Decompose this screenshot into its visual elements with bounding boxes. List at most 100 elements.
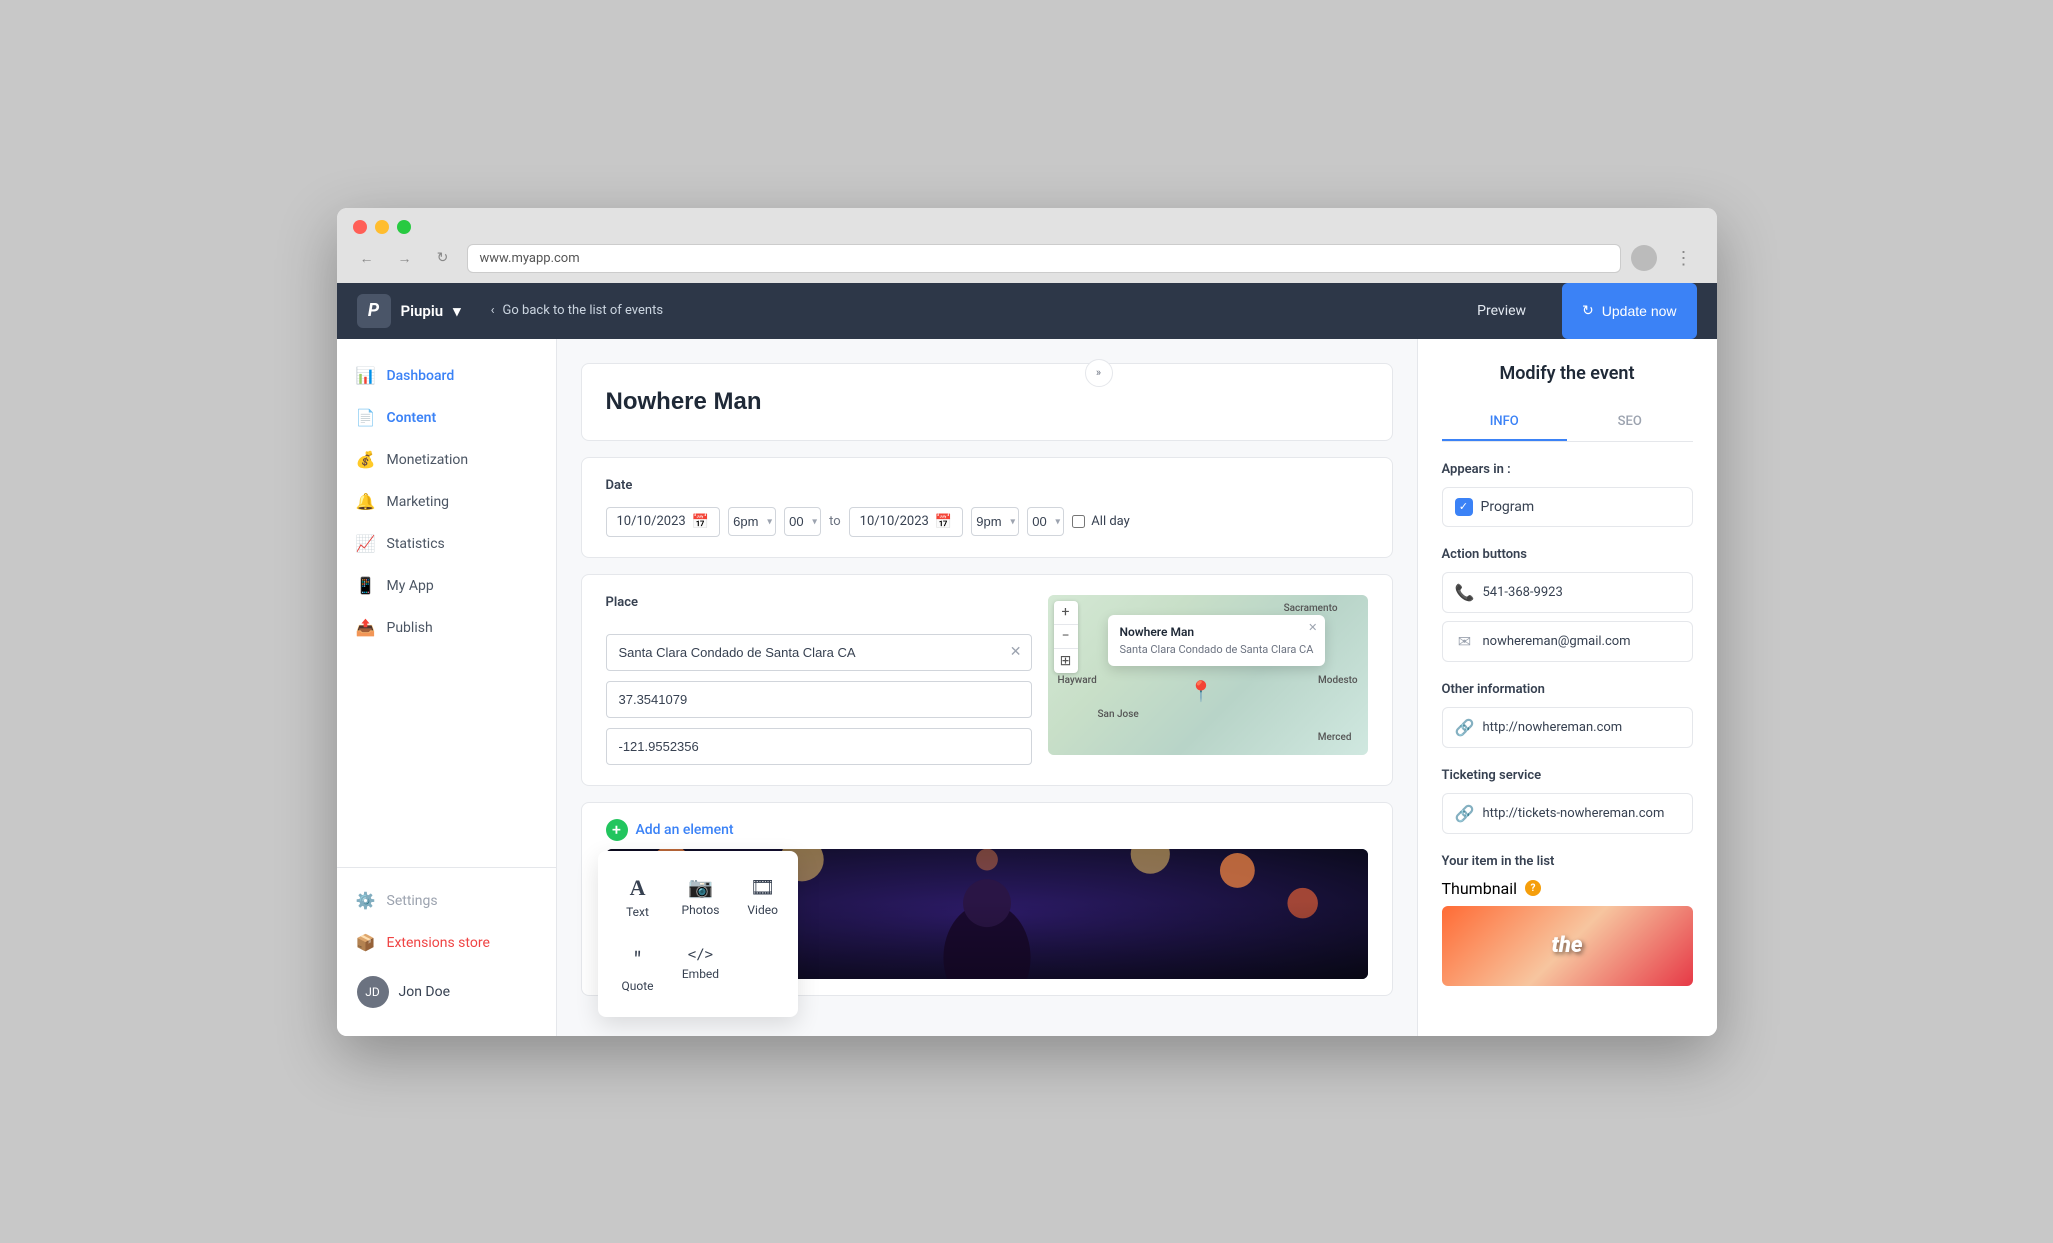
window-controls [353,220,1701,234]
logo-icon: P [357,294,391,328]
profile-icon[interactable] [1631,245,1657,271]
sidebar-item-statistics[interactable]: 📈 Statistics [337,523,556,565]
maximize-button[interactable] [397,220,411,234]
time-from-select[interactable]: 6pm 7pm 8pm 9pm [728,507,776,536]
map-area[interactable]: Sacramento Modesto Merced San Jose Haywa… [1048,595,1368,755]
link-icon: 🔗 [1455,718,1475,737]
map-background: Sacramento Modesto Merced San Jose Haywa… [1048,595,1368,755]
user-info[interactable]: JD Jon Doe [337,964,556,1020]
sidebar-item-monetization[interactable]: 💰 Monetization [337,439,556,481]
longitude-input[interactable] [606,728,1032,765]
other-info-label: Other information [1442,682,1693,697]
forward-nav-button[interactable]: → [391,244,419,272]
element-option-embed[interactable]: </> Embed [674,939,728,1001]
time-to-select[interactable]: 9pm 8pm 7pm 6pm [971,507,1019,536]
browser-menu-button[interactable]: ⋮ [1667,244,1701,273]
sidebar-item-content[interactable]: 📄 Content [337,397,556,439]
element-option-quote[interactable]: " Quote [614,939,662,1001]
back-nav-button[interactable]: ← [353,244,381,272]
map-zoom-out-button[interactable]: − [1054,625,1078,649]
update-now-button[interactable]: ↻ Update now [1562,283,1696,339]
time-from-wrapper: 6pm 7pm 8pm 9pm [728,507,776,536]
place-name-input[interactable] [606,634,1032,671]
browser-toolbar: ← → ↻ www.myapp.com ⋮ [353,244,1701,283]
sidebar-label-publish: Publish [387,620,433,636]
map-label-sacramento: Sacramento [1284,603,1338,614]
element-option-text[interactable]: A Text [614,867,662,927]
time-to-wrapper: 9pm 8pm 7pm 6pm [971,507,1019,536]
refresh-nav-button[interactable]: ↻ [429,244,457,272]
add-element-label: Add an element [636,822,734,838]
sidebar-item-myapp[interactable]: 📱 My App [337,565,556,607]
action-buttons-section: Action buttons 📞 541-368-9923 ✉ nowherem… [1442,547,1693,662]
element-option-video[interactable]: 🎞 Video [739,867,786,927]
logo-area[interactable]: P Piupiu ▾ [357,294,461,328]
sidebar-label-statistics: Statistics [387,536,445,552]
element-option-photos[interactable]: 📷 Photos [674,867,728,927]
place-name-wrapper: ✕ [606,634,1032,671]
all-day-checkbox[interactable] [1072,515,1085,528]
collapse-panel-button[interactable]: » [1085,359,1113,387]
sidebar-label-monetization: Monetization [387,452,469,468]
ticketing-row[interactable]: 🔗 http://tickets-nowhereman.com [1442,793,1693,834]
sidebar-item-settings[interactable]: ⚙️ Settings [337,880,556,922]
back-label: Go back to the list of events [503,303,664,318]
dropdown-icon: ▾ [453,302,461,320]
add-element-button[interactable]: + Add an element [606,819,1368,841]
sidebar: 📊 Dashboard 📄 Content 💰 Monetization 🔔 M… [337,339,557,1036]
map-popup-close-button[interactable]: ✕ [1308,621,1317,634]
event-title-input[interactable] [606,388,1368,416]
website-row[interactable]: 🔗 http://nowhereman.com [1442,707,1693,748]
sidebar-item-publish[interactable]: 📤 Publish [337,607,556,649]
address-bar[interactable]: www.myapp.com [467,244,1621,273]
text-element-icon: A [630,875,646,901]
calendar-from-icon: 📅 [692,514,709,530]
event-title-card [581,363,1393,441]
sidebar-item-marketing[interactable]: 🔔 Marketing [337,481,556,523]
appears-in-label: Appears in : [1442,462,1693,477]
date-to-input[interactable]: 10/10/2023 📅 [849,507,964,537]
preview-button[interactable]: Preview [1461,295,1542,327]
browser-chrome: ← → ↻ www.myapp.com ⋮ [337,208,1717,283]
map-popup-title: Nowhere Man [1120,625,1314,639]
back-to-events-link[interactable]: ‹ Go back to the list of events [491,303,663,318]
other-info-section: Other information 🔗 http://nowhereman.co… [1442,682,1693,748]
close-button[interactable] [353,220,367,234]
latitude-input[interactable] [606,681,1032,718]
all-day-label[interactable]: All day [1072,514,1130,529]
email-row[interactable]: ✉ nowhereman@gmail.com [1442,621,1693,662]
all-day-text: All day [1091,514,1130,529]
minimize-button[interactable] [375,220,389,234]
right-panel: Modify the event INFO SEO Appears in : ✓… [1417,339,1717,1036]
update-icon: ↻ [1582,302,1594,319]
sidebar-item-extensions[interactable]: 📦 Extensions store [337,922,556,964]
list-item-label: Your item in the list [1442,854,1693,869]
main-layout: 📊 Dashboard 📄 Content 💰 Monetization 🔔 M… [337,339,1717,1036]
photos-element-label: Photos [682,903,720,917]
tab-seo[interactable]: SEO [1567,404,1693,441]
thumbnail-preview-text: the [1551,933,1582,958]
date-from-input[interactable]: 10/10/2023 📅 [606,507,721,537]
content-icon: 📄 [357,409,375,427]
elements-popup: A Text 📷 Photos 🎞 Video " [598,851,798,1017]
text-element-label: Text [626,905,649,919]
myapp-icon: 📱 [357,577,375,595]
map-label-sanjose: San Jose [1098,709,1139,720]
map-fullscreen-button[interactable]: ⊞ [1054,649,1078,673]
program-checkbox-row[interactable]: ✓ Program [1442,487,1693,527]
app-name: Piupiu [401,302,444,320]
panel-tabs: INFO SEO [1442,404,1693,442]
minutes-to-select[interactable]: 00 15 30 45 [1027,507,1064,536]
sidebar-item-dashboard[interactable]: 📊 Dashboard [337,355,556,397]
tab-info[interactable]: INFO [1442,404,1568,441]
phone-row[interactable]: 📞 541-368-9923 [1442,572,1693,613]
place-clear-icon[interactable]: ✕ [1010,644,1022,660]
thumbnail-help-badge[interactable]: ? [1525,880,1541,896]
map-popup: ✕ Nowhere Man Santa Clara Condado de San… [1108,615,1326,666]
minutes-to-wrapper: 00 15 30 45 [1027,507,1064,536]
map-zoom-in-button[interactable]: + [1054,601,1078,625]
minutes-from-select[interactable]: 00 15 30 45 [784,507,821,536]
phone-value: 541-368-9923 [1483,585,1680,600]
appears-in-section: Appears in : ✓ Program [1442,462,1693,527]
content-area: » Date 10/10/2023 📅 6p [557,339,1417,1036]
